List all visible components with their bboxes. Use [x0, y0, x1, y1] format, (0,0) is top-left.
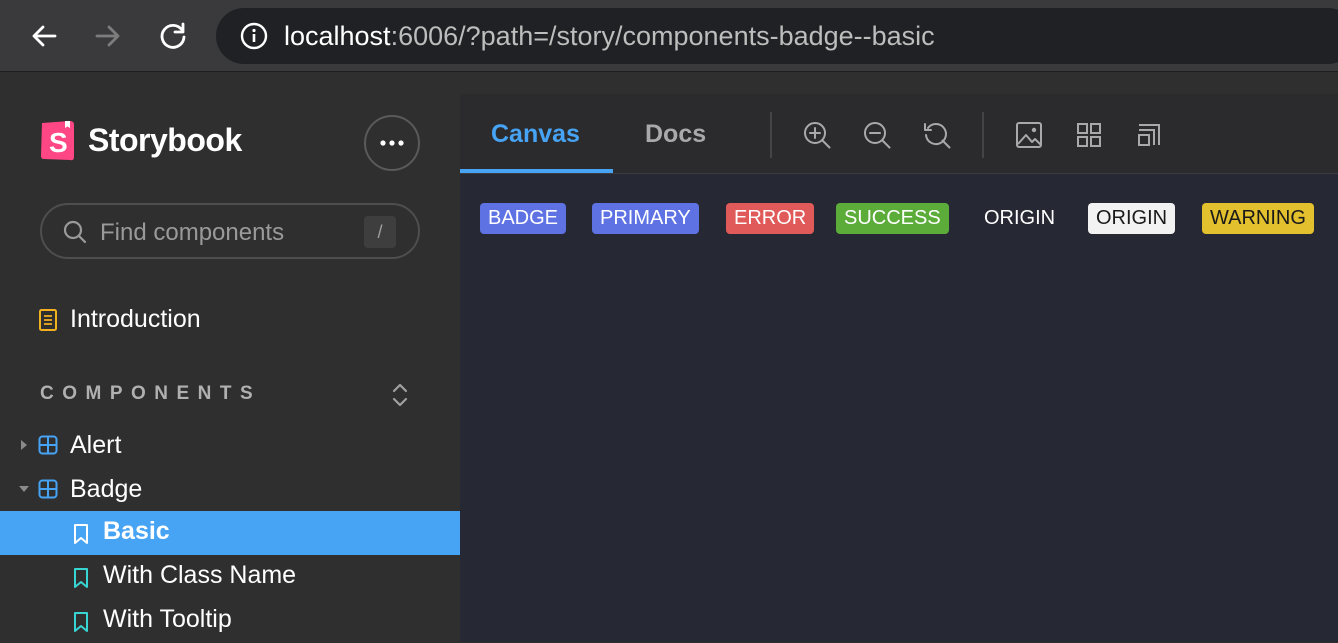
search-input[interactable]: Find components /: [40, 203, 420, 259]
expand-collapse-icon[interactable]: [388, 381, 412, 409]
active-tab-indicator: [460, 169, 613, 173]
reload-button[interactable]: [156, 18, 190, 54]
sidebar-story-with-class-name[interactable]: With Class Name: [0, 555, 460, 599]
forward-button[interactable]: [91, 18, 125, 54]
outline-icon[interactable]: [1134, 120, 1164, 150]
brand-name: Storybook: [88, 121, 242, 158]
component-icon: [38, 479, 58, 499]
badge-origin-light: ORIGIN: [1088, 203, 1176, 234]
search-icon: [63, 220, 87, 244]
toolbar-divider: [770, 112, 772, 158]
zoom-out-icon[interactable]: [862, 120, 892, 150]
url-path: :6006/?path=/story/components-badge--bas…: [390, 21, 935, 51]
tab-canvas[interactable]: Canvas: [491, 120, 580, 149]
badge-error: ERROR: [726, 203, 815, 234]
svg-text:S: S: [49, 127, 68, 158]
sidebar-story-basic[interactable]: Basic: [0, 511, 460, 555]
browser-toolbar: localhost:6006/?path=/story/components-b…: [0, 0, 1338, 72]
sidebar-item-label: Badge: [70, 474, 143, 503]
image-icon[interactable]: [1014, 120, 1044, 150]
search-placeholder: Find components: [100, 219, 285, 246]
url-text: localhost:6006/?path=/story/components-b…: [284, 20, 935, 52]
info-icon[interactable]: [240, 22, 268, 50]
tab-docs[interactable]: Docs: [645, 120, 706, 149]
sidebar-item-label: Introduction: [70, 305, 201, 333]
component-icon: [38, 435, 58, 455]
zoom-in-icon[interactable]: [802, 120, 832, 150]
sidebar-item-label: Alert: [70, 430, 122, 459]
sidebar-item-introduction[interactable]: Introduction: [38, 305, 201, 334]
bookmark-icon: [74, 568, 88, 588]
bookmark-icon: [74, 524, 88, 544]
reload-icon: [160, 22, 186, 49]
url-host: localhost: [284, 21, 391, 51]
badge-origin: ORIGIN: [984, 207, 1056, 229]
badge-warning: WARNING: [1202, 203, 1314, 234]
badge-success: SUCCESS: [836, 203, 949, 234]
caret-right-icon: [21, 440, 27, 450]
preview-panel: Canvas Docs BADGE PRIMARY ERROR SUCCESS …: [460, 94, 1338, 642]
search-shortcut-key: /: [364, 216, 396, 248]
preview-toolbar: Canvas Docs: [460, 94, 1338, 174]
arrow-right-icon: [95, 25, 120, 47]
sidebar-item-badge[interactable]: Badge: [0, 467, 460, 511]
sidebar-story-label: With Tooltip: [103, 605, 232, 633]
sidebar-story-with-tooltip[interactable]: With Tooltip: [0, 599, 460, 643]
badge-primary: PRIMARY: [592, 203, 699, 234]
badge-default: BADGE: [480, 203, 567, 234]
arrow-left-icon: [32, 25, 57, 47]
document-icon: [39, 308, 57, 331]
storybook-logo-icon: S: [41, 121, 74, 161]
sidebar: S Storybook Find components / Introducti…: [0, 73, 460, 642]
sidebar-item-alert[interactable]: Alert: [0, 423, 460, 467]
caret-down-icon: [19, 486, 29, 492]
section-title-components: COMPONENTS: [40, 383, 262, 404]
toolbar-divider: [982, 112, 984, 158]
back-button[interactable]: [27, 18, 61, 54]
storybook-logo[interactable]: S Storybook: [40, 119, 242, 161]
grid-icon[interactable]: [1074, 120, 1104, 150]
sidebar-menu-button[interactable]: [364, 115, 420, 171]
bookmark-icon: [74, 612, 88, 632]
sidebar-story-label: Basic: [103, 517, 170, 545]
address-bar[interactable]: localhost:6006/?path=/story/components-b…: [216, 8, 1338, 64]
zoom-reset-icon[interactable]: [922, 120, 952, 150]
sidebar-story-label: With Class Name: [103, 561, 297, 589]
more-icon: [380, 140, 404, 146]
